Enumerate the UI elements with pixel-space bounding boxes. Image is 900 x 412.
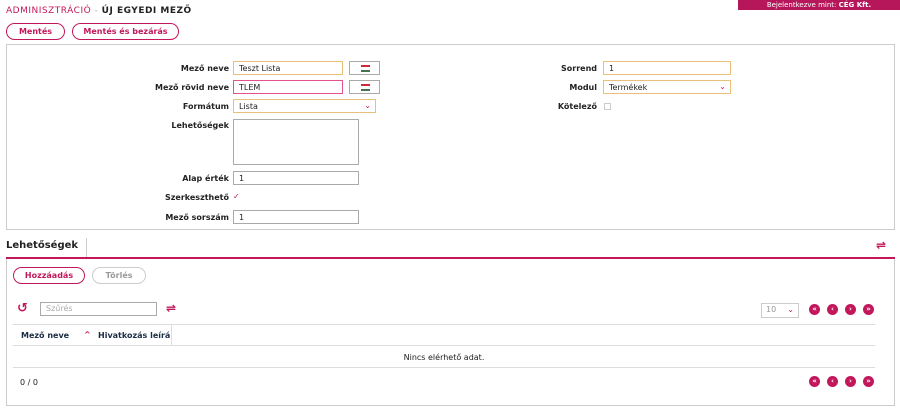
hungarian-flag-icon xyxy=(361,65,370,72)
pager-info: 0 / 0 xyxy=(20,378,38,387)
options-textarea[interactable] xyxy=(233,119,359,165)
required-label: Kötelező xyxy=(557,102,597,111)
language-flag-button[interactable] xyxy=(349,61,380,75)
hungarian-flag-icon xyxy=(361,84,370,91)
editable-label: Szerkeszthető xyxy=(164,193,229,202)
format-select-value: Lista xyxy=(239,102,258,111)
format-label: Formátum xyxy=(182,102,229,111)
sort-input[interactable]: 1 xyxy=(603,61,731,75)
language-flag-button-2[interactable] xyxy=(349,80,380,94)
next-page-icon[interactable]: › xyxy=(845,376,856,387)
order-no-label: Mező sorszám xyxy=(165,213,229,222)
first-page-icon[interactable]: « xyxy=(809,304,820,315)
login-prefix: Bejelentkezve mint: xyxy=(766,1,839,9)
field-name-label: Mező neve xyxy=(180,64,229,73)
page-size-select[interactable]: 10 ⌄ xyxy=(761,303,799,318)
login-badge: Bejelentkezve mint: CÉG Kft. xyxy=(738,0,900,10)
next-page-icon[interactable]: › xyxy=(845,304,856,315)
breadcrumb: ADMINISZTRÁCIÓ - ÚJ EGYEDI MEZŐ xyxy=(6,6,192,16)
field-name-input[interactable]: Teszt Lista xyxy=(233,61,343,75)
chevron-down-icon: ⌄ xyxy=(787,305,794,314)
chevron-down-icon: ⌄ xyxy=(719,82,726,91)
breadcrumb-parent[interactable]: ADMINISZTRÁCIÓ xyxy=(6,6,91,16)
short-name-label: Mező rövid neve xyxy=(155,83,229,92)
login-company: CÉG Kft. xyxy=(838,1,872,9)
editable-checkbox[interactable]: ✓ xyxy=(233,192,240,201)
save-button[interactable]: Mentés xyxy=(6,23,65,40)
column-toggle-icon[interactable]: ⇌ xyxy=(166,301,176,315)
page-size-value: 10 xyxy=(766,305,777,314)
sort-asc-icon[interactable]: ^ xyxy=(84,330,91,339)
required-checkbox[interactable] xyxy=(604,103,611,110)
search-input[interactable]: Szűrés xyxy=(40,302,157,316)
breadcrumb-separator: - xyxy=(91,6,102,16)
tab-divider xyxy=(86,238,87,257)
column-header-field-name[interactable]: Mező neve xyxy=(21,331,69,340)
short-name-input[interactable]: TLEM xyxy=(233,80,343,94)
page-title: ÚJ EGYEDI MEZŐ xyxy=(101,6,192,16)
default-value-label: Alap érték xyxy=(182,174,229,183)
order-no-input[interactable]: 1 xyxy=(233,210,359,224)
module-label: Modul xyxy=(569,83,597,92)
form-panel: Mező neve Teszt Lista Mező rövid neve TL… xyxy=(6,44,895,230)
last-page-icon[interactable]: » xyxy=(863,304,874,315)
module-select-value: Termékek xyxy=(609,83,648,92)
column-header-reference[interactable]: Hivatkozás leírá xyxy=(98,331,170,340)
options-label: Lehetőségek xyxy=(171,121,229,130)
prev-page-icon[interactable]: ‹ xyxy=(827,304,838,315)
row-divider xyxy=(13,367,875,368)
sort-label: Sorrend xyxy=(561,64,597,73)
save-close-button[interactable]: Mentés és bezárás xyxy=(72,23,179,40)
delete-button[interactable]: Törlés xyxy=(92,267,146,284)
format-select[interactable]: Lista ⌄ xyxy=(233,99,376,113)
swap-arrows-icon[interactable]: ⇌ xyxy=(876,238,886,252)
add-button[interactable]: Hozzáadás xyxy=(13,267,85,284)
prev-page-icon[interactable]: ‹ xyxy=(827,376,838,387)
refresh-icon[interactable]: ↺ xyxy=(17,301,28,316)
last-page-icon[interactable]: » xyxy=(863,376,874,387)
module-select[interactable]: Termékek ⌄ xyxy=(603,80,731,94)
chevron-down-icon: ⌄ xyxy=(364,101,371,110)
column-divider xyxy=(171,324,172,346)
empty-message: Nincs elérhető adat. xyxy=(403,353,485,362)
default-value-input[interactable]: 1 xyxy=(233,171,359,185)
first-page-icon[interactable]: « xyxy=(809,376,820,387)
tab-options[interactable]: Lehetőségek xyxy=(6,240,78,251)
